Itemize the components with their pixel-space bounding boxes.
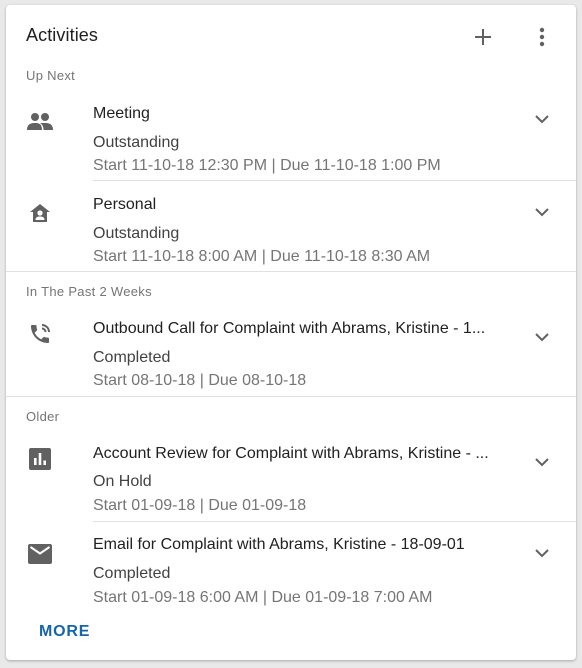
activity-status: Completed (93, 349, 171, 366)
activity-status: Completed (93, 565, 171, 582)
chevron-down-icon (535, 549, 549, 558)
activity-status: Outstanding (93, 134, 180, 151)
card-title: Activities (26, 25, 99, 45)
section-label-older: Older (26, 409, 60, 424)
activity-status: On Hold (93, 473, 152, 490)
more-button[interactable]: MORE (39, 623, 90, 641)
activity-item-meeting[interactable]: Meeting Outstanding Start 11-10-18 12:30… (6, 93, 576, 181)
expand-button[interactable] (530, 541, 554, 565)
card-header: Activities (6, 5, 576, 65)
section-label-up-next: Up Next (26, 68, 76, 83)
activities-card: Activities Up Next Meeting Outstanding S… (6, 5, 576, 660)
activity-dates: Start 01-09-18 | Due 01-09-18 (93, 497, 307, 514)
activity-item-personal[interactable]: Personal Outstanding Start 11-10-18 8:00… (6, 181, 576, 271)
add-activity-button[interactable] (469, 23, 497, 51)
divider (6, 396, 576, 397)
bar-chart-icon (26, 445, 54, 473)
chevron-down-icon (535, 115, 549, 124)
divider (6, 271, 576, 272)
expand-button[interactable] (530, 107, 554, 131)
expand-button[interactable] (530, 200, 554, 224)
activity-title: Email for Complaint with Abrams, Kristin… (93, 536, 465, 553)
plus-icon (475, 29, 491, 45)
more-options-button[interactable] (528, 23, 556, 51)
activity-title: Account Review for Complaint with Abrams… (93, 445, 489, 462)
activity-dates: Start 11-10-18 8:00 AM | Due 11-10-18 8:… (93, 248, 431, 265)
more-vert-icon (539, 27, 545, 47)
chevron-down-icon (535, 458, 549, 467)
activity-title: Outbound Call for Complaint with Abrams,… (93, 320, 486, 337)
expand-button[interactable] (530, 450, 554, 474)
activity-dates: Start 01-09-18 6:00 AM | Due 01-09-18 7:… (93, 589, 433, 606)
expand-button[interactable] (530, 325, 554, 349)
activity-item-outbound-call[interactable]: Outbound Call for Complaint with Abrams,… (6, 308, 576, 396)
activity-item-email[interactable]: Email for Complaint with Abrams, Kristin… (6, 522, 576, 612)
section-label-past-two-weeks: In The Past 2 Weeks (26, 284, 152, 299)
activity-status: Outstanding (93, 225, 180, 242)
email-icon (26, 540, 54, 568)
phone-call-icon (26, 320, 54, 348)
activity-item-account-review[interactable]: Account Review for Complaint with Abrams… (6, 433, 576, 521)
people-icon (26, 107, 54, 135)
activity-title: Meeting (93, 105, 150, 122)
activity-dates: Start 11-10-18 12:30 PM | Due 11-10-18 1… (93, 157, 441, 174)
chevron-down-icon (535, 208, 549, 217)
activity-dates: Start 08-10-18 | Due 08-10-18 (93, 372, 307, 389)
personal-home-icon (26, 199, 54, 227)
chevron-down-icon (535, 333, 549, 342)
activity-title: Personal (93, 196, 157, 213)
